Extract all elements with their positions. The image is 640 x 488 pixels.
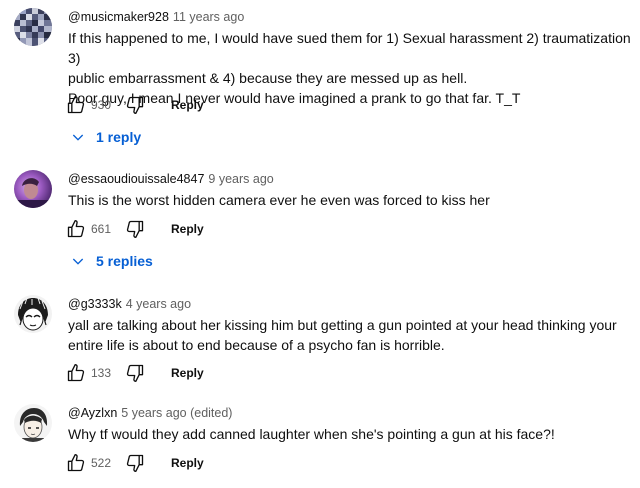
reply-button[interactable]: Reply [171, 366, 204, 380]
author-handle[interactable]: @g3333k [68, 297, 122, 311]
dislike-button[interactable] [123, 361, 147, 385]
comment-actions: 930 Reply [64, 93, 204, 117]
avatar[interactable] [14, 170, 52, 208]
replies-count-label: 1 reply [96, 129, 142, 145]
thumbs-down-icon [126, 96, 144, 115]
chevron-down-icon [72, 134, 84, 141]
comment-text: Why tf would they add canned laughter wh… [68, 424, 634, 444]
avatar[interactable] [14, 8, 52, 46]
comment-line: This is the worst hidden camera ever he … [68, 192, 490, 208]
comment-header: @Ayzlxn 5 years ago (edited) [68, 405, 232, 421]
reply-button[interactable]: Reply [171, 222, 204, 236]
photo-avatar-purple-icon [14, 170, 52, 208]
comment-line: entire life is about to end because of a… [68, 337, 445, 353]
comment-line: public embarrassment & 4) because they a… [68, 70, 468, 86]
chevron-down-icon [72, 258, 84, 265]
timestamp[interactable]: 4 years ago [126, 297, 191, 311]
avatar[interactable] [14, 295, 52, 333]
view-replies-button[interactable]: 1 reply [70, 126, 141, 148]
like-button[interactable] [64, 93, 88, 117]
dislike-button[interactable] [123, 93, 147, 117]
like-count: 522 [91, 456, 112, 470]
comment-line: Why tf would they add canned laughter wh… [68, 426, 555, 442]
comment-actions: 522 Reply [64, 451, 204, 475]
thumbs-up-icon [67, 220, 85, 238]
comment-line: If this happened to me, I would have sue… [68, 30, 631, 66]
reply-button[interactable]: Reply [171, 456, 204, 470]
reply-button[interactable]: Reply [171, 98, 204, 112]
comment-actions: 661 Reply [64, 217, 204, 241]
thumbs-up-icon [67, 96, 85, 114]
dislike-button[interactable] [123, 217, 147, 241]
comment-header: @essaoudiouissale4847 9 years ago [68, 171, 274, 187]
like-button[interactable] [64, 217, 88, 241]
timestamp[interactable]: 9 years ago [208, 172, 273, 186]
timestamp[interactable]: 5 years ago (edited) [121, 406, 232, 420]
thumbs-up-icon [67, 364, 85, 382]
view-replies-button[interactable]: 5 replies [70, 250, 153, 272]
comment-header: @musicmaker928 11 years ago [68, 9, 244, 25]
like-button[interactable] [64, 451, 88, 475]
comment-text: yall are talking about her kissing him b… [68, 315, 634, 355]
anime-boy-avatar-icon [14, 404, 52, 442]
like-count: 930 [91, 98, 112, 112]
like-count: 133 [91, 366, 112, 380]
comment-line: yall are talking about her kissing him b… [68, 317, 617, 333]
like-button[interactable] [64, 361, 88, 385]
comment-list: @musicmaker928 11 years ago If this happe… [0, 0, 640, 488]
thumbs-down-icon [126, 364, 144, 382]
dislike-button[interactable] [123, 451, 147, 475]
like-count: 661 [91, 222, 112, 236]
author-handle[interactable]: @musicmaker928 [68, 10, 169, 24]
manga-sketch-avatar-icon [14, 295, 52, 333]
replies-count-label: 5 replies [96, 253, 153, 269]
thumbs-down-icon [126, 454, 144, 472]
pixel-noise-avatar-icon [14, 8, 52, 46]
author-handle[interactable]: @essaoudiouissale4847 [68, 172, 204, 186]
author-handle[interactable]: @Ayzlxn [68, 406, 117, 420]
comment-actions: 133 Reply [64, 361, 204, 385]
comment-header: @g3333k 4 years ago [68, 296, 191, 312]
thumbs-down-icon [126, 220, 144, 238]
comment-text: This is the worst hidden camera ever he … [68, 190, 634, 210]
thumbs-up-icon [67, 454, 85, 472]
avatar[interactable] [14, 404, 52, 442]
timestamp[interactable]: 11 years ago [173, 10, 244, 24]
